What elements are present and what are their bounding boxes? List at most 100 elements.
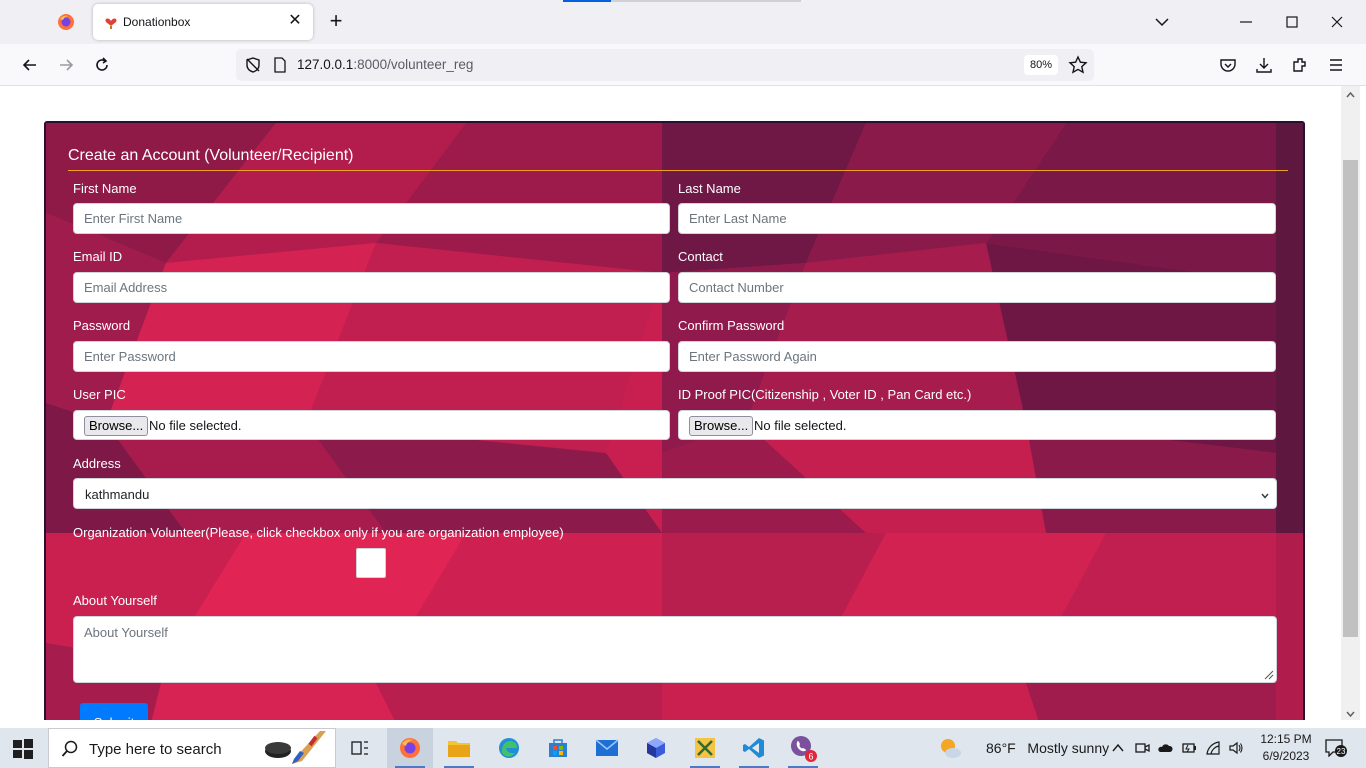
windows-taskbar: Type here to search 6 86°F Mostly sunny <box>0 728 1366 768</box>
notification-count: 23 <box>1337 747 1346 756</box>
contact-label: Contact <box>678 249 723 264</box>
reload-icon[interactable] <box>91 54 113 76</box>
tab-scroll-indicator <box>563 0 611 2</box>
taskbar-store-icon[interactable] <box>535 728 581 768</box>
taskbar-app-cube-icon[interactable] <box>633 728 679 768</box>
tab-scroll-track <box>611 0 801 2</box>
tab-bar: Donationbox ✕ + <box>0 0 1366 44</box>
taskbar-vscode-icon[interactable] <box>731 728 777 768</box>
organization-volunteer-label: Organization Volunteer(Please, click che… <box>73 525 564 540</box>
registration-form: Create an Account (Volunteer/Recipient) … <box>44 121 1305 720</box>
about-yourself-textarea[interactable] <box>73 616 1277 683</box>
taskbar-file-explorer-icon[interactable] <box>436 728 482 768</box>
extensions-icon[interactable] <box>1289 54 1311 76</box>
email-label: Email ID <box>73 249 123 264</box>
address-select[interactable]: kathmandu <box>73 478 1277 509</box>
show-hidden-icons-chevron-icon[interactable] <box>1110 740 1126 756</box>
first-name-label: First Name <box>73 181 137 196</box>
scrollbar-thumb[interactable] <box>1343 160 1358 637</box>
password-label: Password <box>73 318 131 333</box>
user-pic-file-input[interactable]: Browse... No file selected. <box>73 410 670 440</box>
about-yourself-label: About Yourself <box>73 593 157 608</box>
textarea-resize-grip-icon[interactable] <box>1262 667 1274 680</box>
clock-time: 12:15 PM <box>1260 732 1312 746</box>
window-close-icon[interactable] <box>1327 12 1347 32</box>
organization-volunteer-checkbox[interactable] <box>356 548 386 578</box>
weather-widget[interactable]: 86°F Mostly sunny <box>938 736 1109 760</box>
user-pic-browse-button[interactable]: Browse... <box>84 416 149 436</box>
wifi-tray-icon[interactable] <box>1205 740 1221 756</box>
address-bar[interactable]: 127.0.0.1:8000/volunteer_reg 80% <box>236 49 1094 81</box>
partly-sunny-icon <box>938 736 962 760</box>
scroll-up-arrow-icon[interactable] <box>1345 88 1356 99</box>
user-pic-file-status: No file selected. <box>149 418 242 433</box>
address-selected-value: kathmandu <box>85 487 150 502</box>
heart-favicon-icon <box>103 14 119 30</box>
windows-start-icon[interactable] <box>12 738 34 760</box>
tab-title: Donationbox <box>123 15 191 29</box>
navigation-toolbar: 127.0.0.1:8000/volunteer_reg 80% <box>0 44 1366 86</box>
onedrive-tray-icon[interactable] <box>1157 740 1173 756</box>
downloads-icon[interactable] <box>1253 54 1275 76</box>
confirm-password-label: Confirm Password <box>678 318 785 333</box>
chevron-down-icon[interactable] <box>1152 12 1172 32</box>
zoom-level-button[interactable]: 80% <box>1024 55 1058 75</box>
weather-description: Mostly sunny <box>1027 740 1110 756</box>
taskbar-tools-app-icon[interactable] <box>682 728 728 768</box>
chevron-down-icon <box>1260 488 1270 499</box>
email-input[interactable] <box>73 272 670 303</box>
taskbar-edge-icon[interactable] <box>486 728 532 768</box>
weather-temperature: 86°F <box>986 740 1016 756</box>
page-info-icon[interactable] <box>272 57 288 73</box>
taskbar-search-box[interactable]: Type here to search <box>48 728 336 768</box>
tracking-protection-icon[interactable] <box>244 56 262 74</box>
scroll-down-arrow-icon[interactable] <box>1345 706 1356 718</box>
last-name-label: Last Name <box>678 181 741 196</box>
battery-tray-icon[interactable] <box>1181 740 1197 756</box>
mail-badge-count: 6 <box>808 752 813 762</box>
tab-donationbox[interactable]: Donationbox ✕ <box>93 4 313 40</box>
volume-tray-icon[interactable] <box>1228 740 1244 756</box>
address-label: Address <box>73 456 121 471</box>
id-proof-file-input[interactable]: Browse... No file selected. <box>678 410 1276 440</box>
first-name-input[interactable] <box>73 203 670 234</box>
confirm-password-input[interactable] <box>678 341 1276 372</box>
last-name-input[interactable] <box>678 203 1276 234</box>
notification-center-icon[interactable]: 23 <box>1325 739 1347 758</box>
password-input[interactable] <box>73 341 670 372</box>
firefox-view-icon[interactable] <box>56 12 76 32</box>
pocket-icon[interactable] <box>1217 54 1239 76</box>
page-scrollbar[interactable] <box>1341 86 1360 720</box>
id-proof-label: ID Proof PIC(Citizenship , Voter ID , Pa… <box>678 387 972 402</box>
weather-text: 86°F Mostly sunny <box>986 740 1109 756</box>
forward-arrow-icon[interactable] <box>55 54 77 76</box>
submit-button[interactable]: Submit <box>80 703 148 720</box>
form-title: Create an Account (Volunteer/Recipient) <box>68 147 354 164</box>
taskbar-clock[interactable]: 12:15 PM 6/9/2023 <box>1256 731 1316 765</box>
window-maximize-icon[interactable] <box>1282 12 1302 32</box>
taskbar-mail-icon[interactable] <box>584 728 630 768</box>
url-text[interactable]: 127.0.0.1:8000/volunteer_reg <box>297 57 473 72</box>
contact-input[interactable] <box>678 272 1276 303</box>
tab-close-icon[interactable]: ✕ <box>286 12 304 30</box>
task-view-icon[interactable] <box>337 728 383 768</box>
id-proof-file-status: No file selected. <box>754 418 847 433</box>
user-pic-label: User PIC <box>73 387 126 402</box>
new-tab-icon[interactable]: + <box>325 10 347 32</box>
camera-tray-icon[interactable] <box>1134 740 1150 756</box>
search-placeholder: Type here to search <box>89 741 222 758</box>
search-icon <box>61 740 79 758</box>
url-path: :8000/volunteer_reg <box>353 57 474 72</box>
page-viewport: Create an Account (Volunteer/Recipient) … <box>6 86 1341 720</box>
clock-date: 6/9/2023 <box>1262 749 1310 763</box>
hockey-search-highlight-icon <box>264 731 334 767</box>
taskbar-firefox-icon[interactable] <box>387 728 433 768</box>
title-divider <box>68 170 1288 171</box>
taskbar-viber-icon[interactable]: 6 <box>780 728 826 768</box>
hamburger-menu-icon[interactable] <box>1325 54 1347 76</box>
bookmark-star-icon[interactable] <box>1068 55 1088 75</box>
back-arrow-icon[interactable] <box>19 54 41 76</box>
id-proof-browse-button[interactable]: Browse... <box>689 416 754 436</box>
url-host: 127.0.0.1 <box>297 57 354 72</box>
window-minimize-icon[interactable] <box>1236 12 1256 32</box>
